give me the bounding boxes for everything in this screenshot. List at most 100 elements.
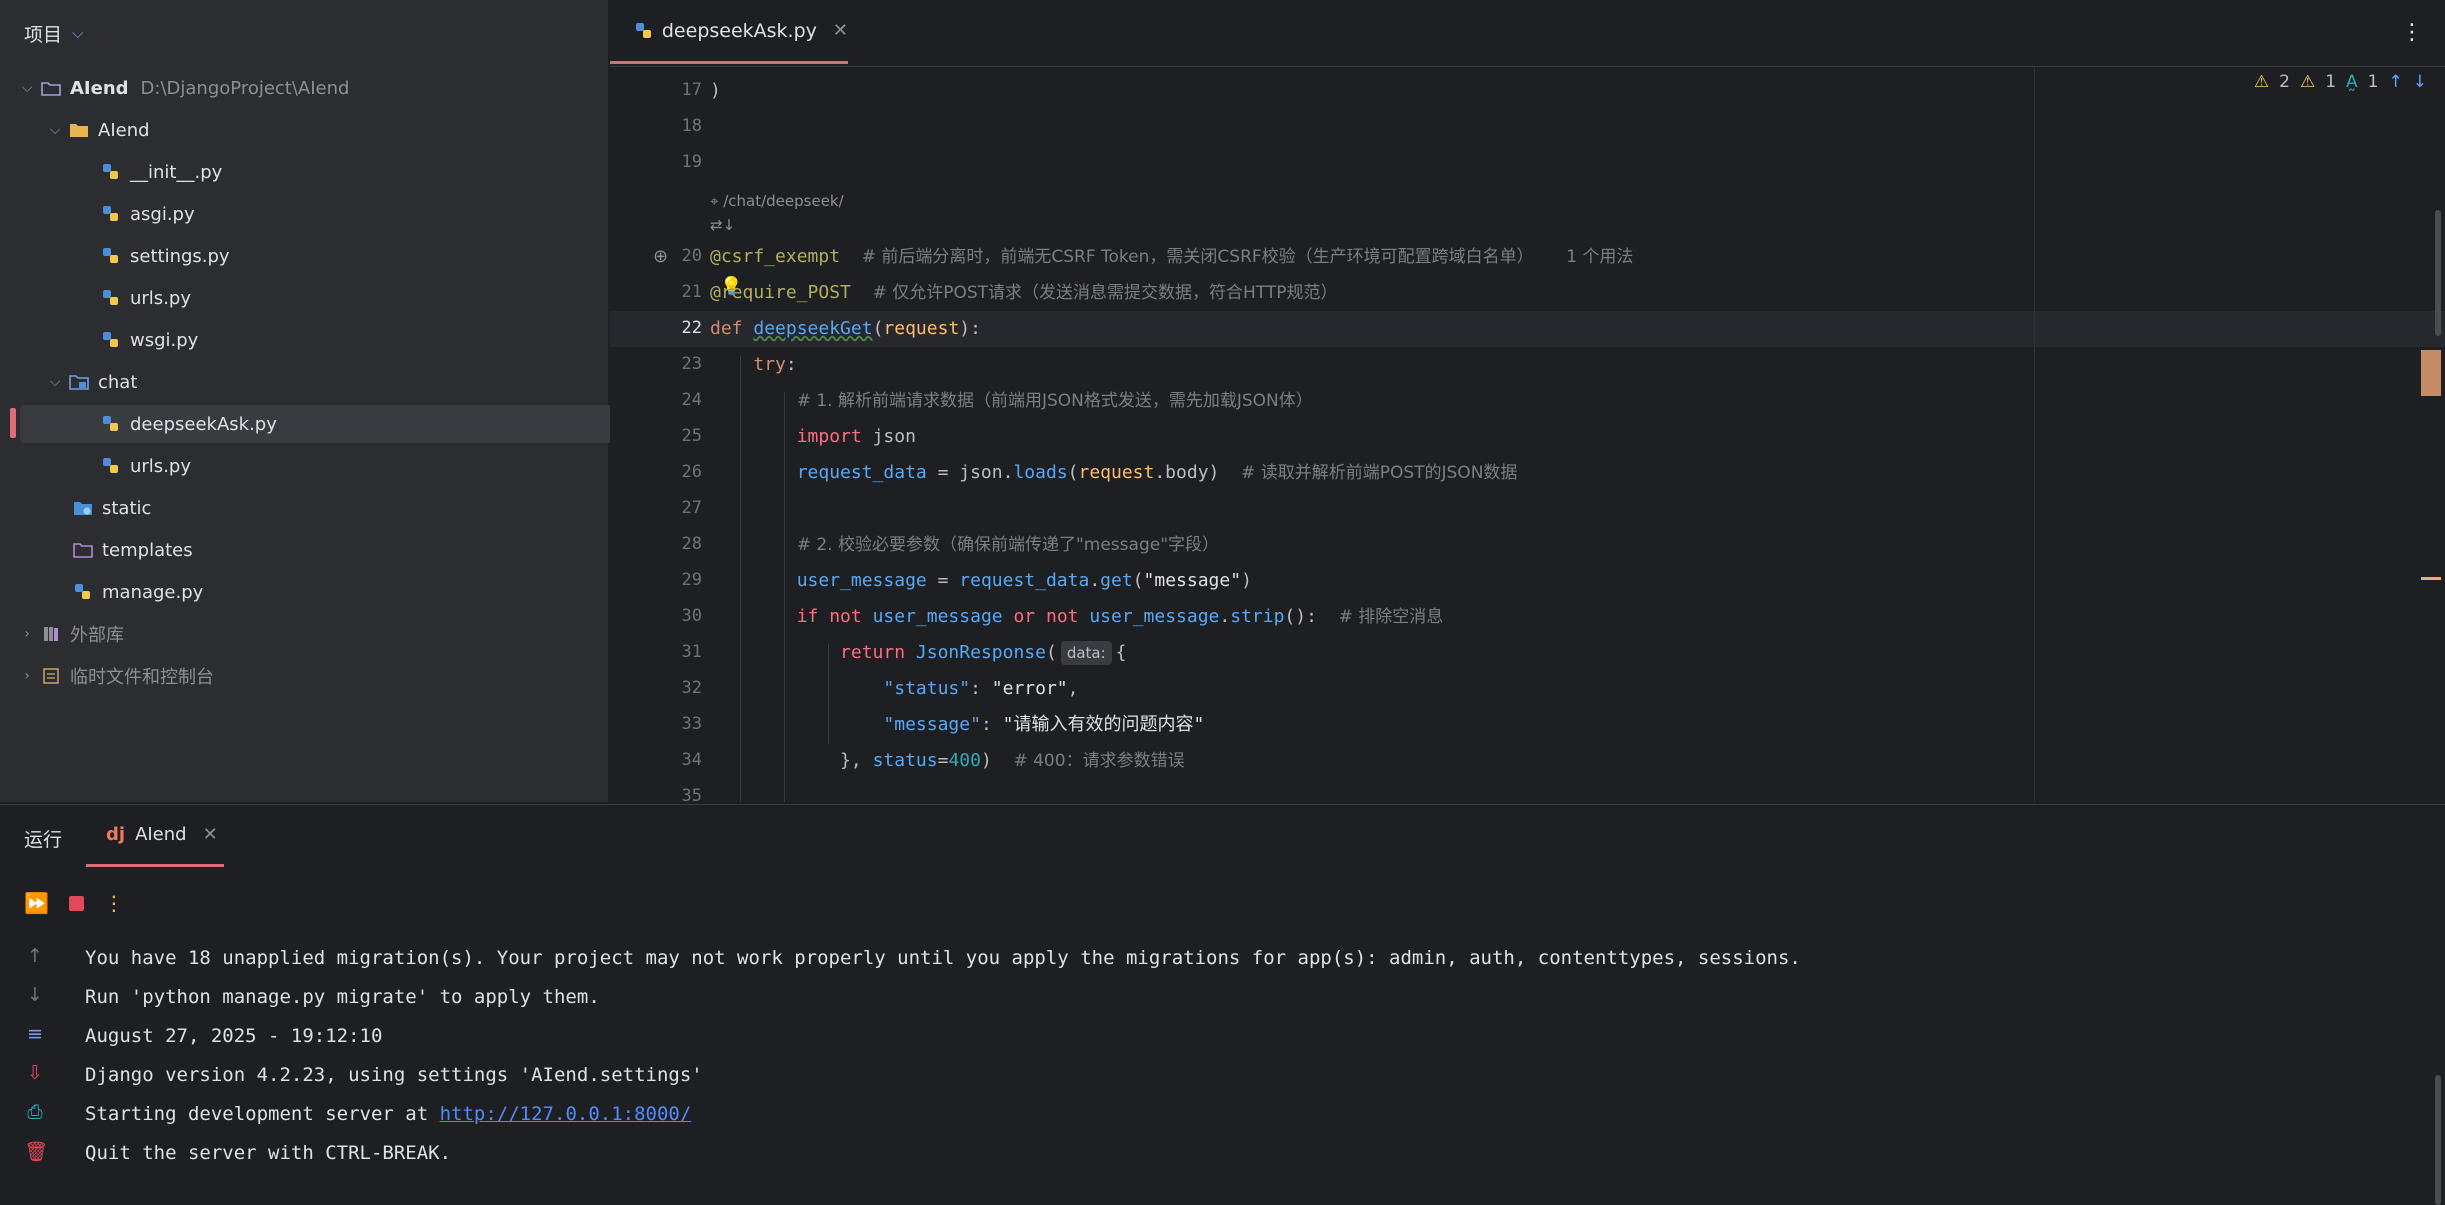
chevron-right-icon[interactable]: › bbox=[16, 668, 38, 684]
tree-item-file[interactable]: settings.py bbox=[0, 237, 688, 275]
tree-item-label: 外部库 bbox=[70, 625, 124, 646]
line-number: 23 bbox=[681, 354, 702, 374]
globe-icon[interactable]: ⊕ bbox=[653, 246, 668, 267]
arrow-down-icon[interactable]: ↓ bbox=[24, 984, 46, 1006]
tree-item-scratches[interactable]: › 临时文件和控制台 bbox=[0, 657, 606, 695]
python-file-icon bbox=[98, 413, 124, 435]
tree-item-file[interactable]: urls.py bbox=[0, 279, 688, 317]
warning-count: 2 bbox=[2279, 72, 2290, 92]
line-number: 18 bbox=[681, 116, 702, 136]
tree-item-file-selected[interactable]: deepseekAsk.py bbox=[20, 405, 670, 443]
soft-wrap-icon[interactable]: ≡ bbox=[24, 1023, 46, 1045]
rerun-icon[interactable]: ⏩ bbox=[24, 891, 49, 915]
editor-tab-bar: deepseekAsk.py ✕ ⋮ bbox=[610, 0, 2445, 67]
tab-deepseekask[interactable]: deepseekAsk.py ✕ bbox=[610, 0, 848, 64]
python-file-icon bbox=[98, 455, 124, 477]
tree-item-file[interactable]: manage.py bbox=[0, 573, 660, 611]
python-file-icon bbox=[98, 287, 124, 309]
run-tab-bar: 运行 dj AIend ✕ bbox=[0, 805, 2445, 867]
folder-icon bbox=[70, 539, 96, 561]
tab-run-config[interactable]: dj AIend ✕ bbox=[86, 805, 224, 867]
arrow-up-icon[interactable]: ↑ bbox=[24, 945, 46, 967]
line-number: 28 bbox=[681, 534, 702, 554]
tree-item-file[interactable]: __init__.py bbox=[0, 153, 688, 191]
tree-item-file[interactable]: asgi.py bbox=[0, 195, 688, 233]
line-number: 32 bbox=[681, 678, 702, 698]
console-scrollbar[interactable] bbox=[2435, 1075, 2441, 1205]
tree-item-module[interactable]: ⌵ chat bbox=[0, 363, 634, 401]
weak-warning-count: 1 bbox=[2325, 72, 2337, 92]
console-line: Django version 4.2.23, using settings 'A… bbox=[85, 1064, 703, 1086]
python-file-icon bbox=[98, 329, 124, 351]
code-line: request_data = json.loads(request.body) … bbox=[796, 462, 1518, 483]
comment: # 仅允许POST请求（发送消息需提交数据，符合HTTP规范） bbox=[872, 283, 1338, 303]
project-panel: 项目 ⌵ ⌵ AIend D:\DjangoProject\AIend ⌵ AI… bbox=[0, 0, 670, 802]
run-panel-title: 运行 bbox=[24, 829, 63, 851]
scroll-to-end-icon[interactable]: ⇩ bbox=[24, 1062, 46, 1084]
code-area[interactable]: ) ⌖ /chat/deepseek/ ⇄↓ @csrf_exempt # 前后… bbox=[710, 66, 2410, 802]
tab-label: deepseekAsk.py bbox=[661, 19, 817, 42]
tab-label: AIend bbox=[135, 824, 187, 845]
usage-hint[interactable]: 1 个用法 bbox=[1566, 247, 1633, 267]
typo-icon: A̰ bbox=[2346, 72, 2358, 92]
tree-item-label: asgi.py bbox=[130, 203, 195, 225]
lightbulb-icon[interactable]: 💡 bbox=[720, 276, 742, 297]
code-line: ) bbox=[710, 80, 721, 101]
arrow-up-icon[interactable]: ↑ bbox=[2389, 72, 2403, 92]
string-literal: "status" bbox=[883, 678, 971, 699]
more-options-icon[interactable]: ⋮ bbox=[104, 891, 124, 915]
tree-item-label: wsgi.py bbox=[130, 329, 199, 351]
stop-icon[interactable] bbox=[68, 895, 84, 911]
module-folder-icon bbox=[66, 371, 92, 393]
tree-item-label: chat bbox=[98, 371, 138, 393]
line-number: 17 bbox=[681, 80, 702, 100]
line-number-gutter: 17 18 19 20 21 22 23 24 25 26 27 28 29 3… bbox=[610, 66, 702, 806]
chevron-right-icon[interactable]: › bbox=[16, 626, 38, 642]
chevron-down-icon[interactable]: ⌵ bbox=[44, 374, 66, 390]
tree-item-root[interactable]: ⌵ AIend D:\DjangoProject\AIend bbox=[0, 69, 606, 107]
chevron-down-icon[interactable]: ⌵ bbox=[44, 122, 66, 138]
python-file-icon bbox=[98, 245, 124, 267]
line-number: 19 bbox=[681, 152, 702, 172]
project-panel-header[interactable]: 项目 ⌵ bbox=[0, 0, 608, 66]
django-icon: dj bbox=[106, 824, 126, 845]
server-url-link[interactable]: http://127.0.0.1:8000/ bbox=[440, 1103, 692, 1125]
line-number: 25 bbox=[681, 426, 702, 446]
tree-item-file[interactable]: wsgi.py bbox=[0, 321, 688, 359]
arrow-down-icon[interactable]: ↓ bbox=[2413, 72, 2427, 92]
tree-item-templates[interactable]: templates bbox=[0, 531, 660, 569]
tree-item-label: urls.py bbox=[130, 455, 191, 477]
line-number: 30 bbox=[681, 606, 702, 626]
editor: deepseekAsk.py ✕ ⋮ 17 18 19 20 21 22 23 … bbox=[610, 0, 2445, 806]
close-icon[interactable]: ✕ bbox=[203, 824, 218, 845]
endpoint-hint[interactable]: ⌖ /chat/deepseek/ bbox=[710, 192, 844, 210]
trash-icon[interactable]: 🗑 bbox=[24, 1140, 48, 1163]
tree-item-file[interactable]: urls.py bbox=[0, 447, 688, 485]
string-literal: "error" bbox=[991, 678, 1068, 699]
static-folder-icon bbox=[70, 497, 96, 519]
console-line: August 27, 2025 - 19:12:10 bbox=[85, 1025, 383, 1047]
code-line: return JsonResponse(data:{ bbox=[840, 641, 1127, 665]
python-file-icon bbox=[70, 581, 96, 603]
print-icon[interactable]: ⎙ bbox=[24, 1101, 46, 1123]
code-line: user_message = request_data.get("message… bbox=[796, 570, 1252, 591]
inspection-widget[interactable]: ⚠ 2 ⚠ 1 A̰ 1 ↑ ↓ bbox=[2254, 72, 2427, 92]
code-line-current: def deepseekGet(request): bbox=[710, 318, 981, 339]
chevron-down-icon[interactable]: ⌵ bbox=[16, 80, 38, 96]
tree-item-external-libraries[interactable]: › 外部库 bbox=[0, 615, 606, 653]
editor-scrollbar[interactable] bbox=[2435, 210, 2441, 336]
close-icon[interactable]: ✕ bbox=[833, 20, 848, 41]
console-line: You have 18 unapplied migration(s). Your… bbox=[85, 947, 1801, 969]
tree-item-label: settings.py bbox=[130, 245, 230, 267]
tree-item-folder[interactable]: ⌵ AIend bbox=[0, 111, 634, 149]
line-number: 26 bbox=[681, 462, 702, 482]
chevron-down-icon[interactable]: ⌵ bbox=[72, 24, 83, 42]
tree-item-static[interactable]: static bbox=[0, 489, 660, 527]
scrollbar-marker bbox=[2421, 350, 2441, 396]
more-options-icon[interactable]: ⋮ bbox=[2401, 20, 2423, 45]
line-number: 20 bbox=[681, 246, 702, 266]
endpoint-gutter-icons[interactable]: ⇄↓ bbox=[710, 216, 735, 234]
python-file-icon bbox=[632, 20, 656, 42]
tree-item-label: templates bbox=[102, 539, 193, 561]
tree-item-label: urls.py bbox=[130, 287, 191, 309]
